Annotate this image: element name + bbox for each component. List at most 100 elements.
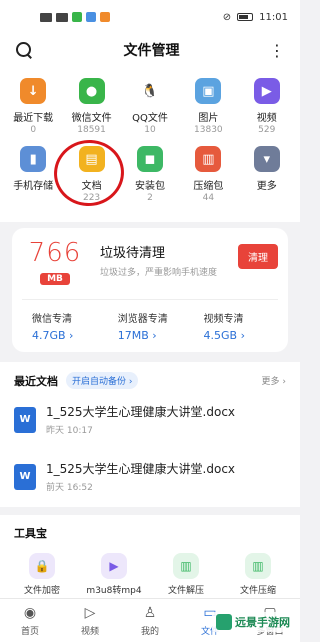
- clean-item-label: 视频专清: [203, 314, 244, 325]
- category-count: 529: [258, 125, 276, 135]
- clean-item-value: 17MB ›: [117, 329, 157, 342]
- storage-icon: ▮: [20, 146, 47, 172]
- tool-convert[interactable]: ▶ m3u8转mp4: [81, 553, 147, 596]
- category-video[interactable]: ▶ 视频 529: [239, 78, 295, 136]
- clean-item-value: 4.7GB ›: [32, 329, 74, 342]
- apk-icon: ◼: [136, 146, 163, 172]
- tab-label: 我的: [140, 627, 159, 637]
- cleaner-card: 766 MB 垃圾待清理 垃圾过多，严重影响手机速度 清理 微信专清 4.7GB…: [12, 228, 288, 352]
- status-icons-left: [40, 12, 110, 22]
- category-count: 44: [202, 193, 215, 203]
- battery-icon: [237, 13, 254, 21]
- toolbox-row: 🔒 文件加密 ▶ m3u8转mp4 ▥ 文件解压 ▥ 文件压缩: [6, 553, 294, 596]
- doc-name: 1_525大学生心理健康大讲堂.docx: [46, 405, 236, 419]
- tab-play[interactable]: ▷ 视频: [62, 604, 118, 637]
- recent-doc-item[interactable]: W 1_525大学生心理健康大讲堂.docx 昨天 10:17: [14, 389, 286, 446]
- watermark-logo-icon: [216, 614, 232, 630]
- category-label: QQ文件: [132, 113, 168, 124]
- category-label: 更多: [256, 181, 277, 192]
- tool-lock[interactable]: 🔒 文件加密: [9, 553, 75, 596]
- site-watermark: 远景手游网: [212, 612, 294, 632]
- category-label: 图片: [198, 113, 219, 124]
- cleaner-title: 垃圾待清理: [100, 246, 166, 261]
- category-row: ↓ 最近下载 0 ● 微信文件 18591 🐧 QQ文件 10 ▣ 图片 13830 ▶ 视频 529: [4, 78, 296, 136]
- app-notification-icon: [100, 12, 110, 22]
- category-apk[interactable]: ◼ 安装包 2: [122, 146, 178, 204]
- category-label: 压缩包: [193, 181, 224, 192]
- toolbox-title: 工具宝: [14, 527, 47, 540]
- tool-unzip[interactable]: ▥ 文件解压: [153, 553, 219, 596]
- video-icon: ▶: [253, 78, 280, 104]
- category-count: 0: [30, 125, 37, 135]
- divider: [22, 299, 278, 300]
- category-label: 手机存储: [13, 181, 54, 192]
- status-bar: ⊘ 11:01: [0, 0, 300, 34]
- tool-zip[interactable]: ▥ 文件压缩: [225, 553, 291, 596]
- tab-label: 首页: [20, 627, 39, 637]
- clean-item-label: 微信专清: [32, 314, 72, 325]
- recent-more-link[interactable]: 更多 ›: [262, 374, 286, 387]
- category-count: 10: [144, 125, 156, 135]
- cleaner-subtitle: 垃圾过多，严重影响手机速度: [100, 268, 218, 278]
- wechat-clean-item[interactable]: 微信专清 4.7GB ›: [22, 310, 106, 342]
- lock-icon: 🔒: [29, 553, 55, 579]
- category-count: 2: [147, 193, 153, 203]
- category-download[interactable]: ↓ 最近下载 0: [5, 78, 61, 136]
- category-archive[interactable]: ▥ 压缩包 44: [180, 146, 236, 204]
- browser-clean-item[interactable]: 浏览器专清 17MB ›: [108, 310, 192, 342]
- doc-time: 昨天 10:17: [46, 426, 93, 436]
- category-wechat[interactable]: ● 微信文件 18591: [64, 78, 120, 136]
- user-icon: ♙: [143, 605, 157, 621]
- category-label: 微信文件: [71, 113, 112, 124]
- tool-label: 文件加密: [23, 586, 60, 596]
- zip-icon: ▥: [245, 553, 271, 579]
- tab-user[interactable]: ♙ 我的: [122, 604, 178, 637]
- image-icon: ▣: [195, 78, 222, 104]
- junk-size-unit: MB: [40, 273, 70, 285]
- watermark-text: 远景手游网: [235, 616, 290, 629]
- category-row: ▮ 手机存储 ▤ 文档 223 ◼ 安装包 2 ▥ 压缩包 44 ▾ 更多: [4, 146, 296, 204]
- play-icon: ▷: [84, 605, 96, 621]
- tab-home[interactable]: ◉ 首页: [2, 604, 58, 637]
- recent-docs-title: 最近文档: [14, 374, 58, 388]
- category-more[interactable]: ▾ 更多: [239, 146, 295, 204]
- clean-button[interactable]: 清理: [238, 244, 278, 269]
- clean-item-value: 4.5GB ›: [203, 329, 245, 342]
- unzip-icon: ▥: [173, 553, 199, 579]
- archive-icon: ▥: [195, 146, 222, 172]
- category-label: 最近下载: [13, 113, 54, 124]
- app-header: 文件管理 ⋮: [0, 34, 300, 66]
- category-qq[interactable]: 🐧 QQ文件 10: [122, 78, 178, 136]
- category-storage[interactable]: ▮ 手机存储: [5, 146, 61, 204]
- wechat-icon: ●: [78, 78, 105, 104]
- category-label: 视频: [256, 113, 277, 124]
- category-count: 18591: [77, 125, 106, 135]
- tool-label: 文件压缩: [239, 586, 276, 596]
- video-clean-item[interactable]: 视频专清 4.5GB ›: [194, 310, 278, 342]
- convert-icon: ▶: [101, 553, 127, 579]
- recent-doc-item[interactable]: W 1_525大学生心理健康大讲堂.docx 前天 16:52: [14, 446, 286, 503]
- word-doc-icon: W: [14, 463, 36, 490]
- junk-size-number: 766: [28, 238, 82, 268]
- auto-backup-button[interactable]: 开启自动备份 ›: [66, 372, 139, 389]
- junk-size: 766 MB: [22, 240, 88, 285]
- page-title: 文件管理: [123, 43, 180, 59]
- tool-label: 文件解压: [167, 586, 204, 596]
- signal-icon: [40, 12, 52, 22]
- word-doc-icon: W: [14, 406, 36, 433]
- tab-label: 视频: [80, 627, 99, 637]
- recent-docs-section: 最近文档 开启自动备份 › 更多 › W 1_525大学生心理健康大讲堂.doc…: [0, 362, 300, 507]
- app-notification-icon: [86, 12, 96, 22]
- category-grid: ↓ 最近下载 0 ● 微信文件 18591 🐧 QQ文件 10 ▣ 图片 13830 ▶ 视频 529 ▮ 手…: [0, 66, 300, 222]
- status-icons-right: ⊘ 11:01: [223, 12, 288, 23]
- doc-name: 1_525大学生心理健康大讲堂.docx: [46, 462, 236, 476]
- category-image[interactable]: ▣ 图片 13830: [180, 78, 236, 136]
- home-icon: ◉: [23, 605, 37, 621]
- wechat-notification-icon: [72, 12, 82, 22]
- clean-item-label: 浏览器专清: [117, 314, 168, 325]
- signal-icon: [56, 12, 68, 22]
- qq-icon: 🐧: [136, 78, 163, 104]
- more-menu-icon[interactable]: ⋮: [269, 41, 286, 60]
- search-icon[interactable]: [14, 40, 34, 60]
- doc-time: 前天 16:52: [46, 483, 93, 493]
